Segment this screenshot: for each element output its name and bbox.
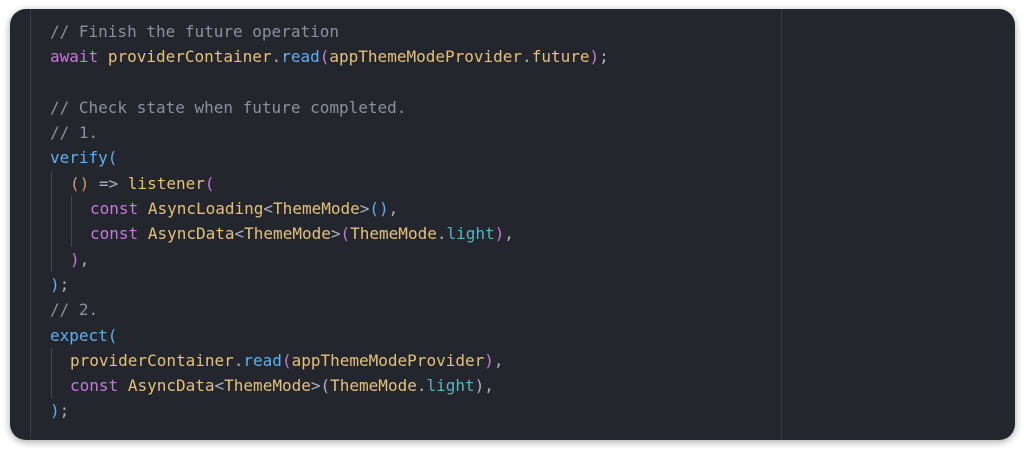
code-line: verify( <box>50 145 609 170</box>
code-line: const AsyncData<ThemeMode>(ThemeMode.lig… <box>50 221 609 247</box>
code-token: ThemeMode <box>244 224 331 244</box>
gutter-border <box>30 9 31 440</box>
code-token: const <box>90 224 139 244</box>
code-token: listener <box>127 173 205 193</box>
code-line: const AsyncData<ThemeMode>(ThemeMode.lig… <box>50 373 609 399</box>
code-token: . <box>233 350 244 370</box>
code-token: read <box>243 350 282 370</box>
code-line: // Finish the future operation <box>50 19 609 44</box>
indent-guide <box>71 221 72 247</box>
indent-guide <box>71 196 72 222</box>
code-token: ( <box>281 350 292 370</box>
code-token: ; <box>599 47 609 67</box>
code-token: ) <box>474 376 485 396</box>
code-token: ( <box>340 224 351 244</box>
code-token: ) <box>70 249 80 269</box>
code-token: read <box>281 47 320 67</box>
code-token: > <box>330 224 341 244</box>
code-editor-window: // Finish the future operation await prov… <box>10 9 1015 440</box>
code-token: < <box>234 224 245 244</box>
code-token: ThemeMode <box>224 376 311 396</box>
code-line: await providerContainer.read(appThemeMod… <box>50 44 609 69</box>
code-token: future <box>531 47 590 67</box>
code-token: verify <box>50 148 108 168</box>
code-token: providerContainer <box>107 47 272 67</box>
code-token: ; <box>59 401 70 421</box>
code-token: appThemeModeProvider <box>291 350 485 370</box>
indent-guide <box>51 347 52 374</box>
code-token: ( <box>107 148 118 168</box>
code-token: AsyncData <box>147 224 235 244</box>
code-token: => <box>89 173 128 193</box>
code-token: . <box>522 47 532 67</box>
code-token: . <box>271 47 282 67</box>
code-token: , <box>388 199 399 219</box>
code-token: providerContainer <box>70 350 234 370</box>
code-token: ThemeMode <box>330 376 417 396</box>
code-token: light <box>446 224 495 244</box>
code-token: AsyncLoading <box>147 199 264 219</box>
indent-guide <box>51 196 52 222</box>
indent-guide <box>51 221 52 247</box>
indent-guide <box>51 246 52 272</box>
code-token: expect <box>50 325 108 345</box>
code-token: await <box>50 47 99 67</box>
code-token: > <box>359 199 370 219</box>
code-line: expect( <box>50 323 609 348</box>
code-token: ) <box>494 224 505 244</box>
code-token: appThemeModeProvider <box>329 47 523 67</box>
code-line: const AsyncLoading<ThemeMode>(), <box>50 196 609 222</box>
code-token: const <box>90 199 139 219</box>
code-token: > <box>310 376 321 396</box>
code-token: , <box>493 350 504 370</box>
code-token: ( <box>204 173 215 193</box>
code-token: // Finish the future operation <box>50 22 339 41</box>
indent-guide <box>51 170 52 197</box>
code-token: ) <box>484 350 494 370</box>
code-line: ), <box>50 246 609 272</box>
code-line: ); <box>50 272 609 297</box>
code-line: ); <box>50 398 609 423</box>
code-token: < <box>214 376 225 396</box>
code-token: () <box>70 173 90 193</box>
code-token: // Check state when future completed. <box>50 97 407 117</box>
code-line: // 1. <box>50 120 609 145</box>
code-token: // 1. <box>50 123 99 143</box>
code-token: , <box>79 249 90 269</box>
code-token: ThemeMode <box>273 199 360 219</box>
code-token: ThemeMode <box>350 224 437 244</box>
code-token: const <box>70 376 119 396</box>
code-line: () => listener( <box>50 170 609 197</box>
code-line: providerContainer.read(appThemeModeProvi… <box>50 347 609 374</box>
code-token: ( <box>319 47 330 67</box>
code-token: ) <box>50 274 60 294</box>
code-token: ( <box>107 325 118 345</box>
column-ruler <box>781 9 782 440</box>
code-token: ; <box>59 274 70 294</box>
code-line: // 2. <box>50 297 609 322</box>
code-token: ) <box>589 47 600 67</box>
code-line: // Check state when future completed. <box>50 95 609 120</box>
code-area[interactable]: // Finish the future operation await prov… <box>50 19 609 424</box>
code-token: // 2. <box>50 300 99 320</box>
code-token: , <box>504 224 514 244</box>
code-token: () <box>369 199 389 219</box>
code-token: < <box>263 199 274 219</box>
code-token: ) <box>50 401 60 421</box>
code-token: ( <box>320 376 331 396</box>
indent-guide <box>51 373 52 399</box>
code-token: , <box>484 376 494 396</box>
code-token: AsyncData <box>127 376 215 396</box>
code-token: light <box>426 376 475 396</box>
